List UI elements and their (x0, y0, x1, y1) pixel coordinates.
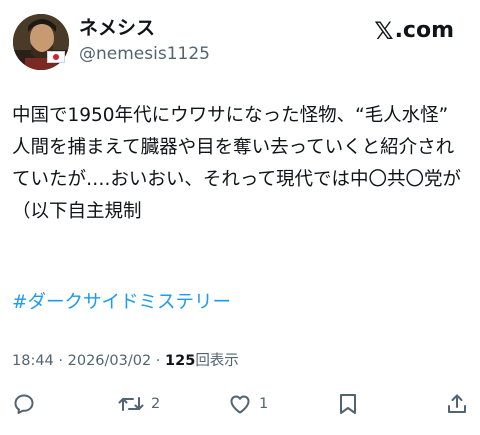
display-name[interactable]: ネメシス (79, 16, 155, 40)
japan-flag-icon (47, 51, 65, 63)
tweet-meta: 18:44 · 2026/03/02 · 125回表示 (12, 350, 239, 372)
tweet-header: ネメシス @nemesis1125 𝕏 .com (0, 0, 480, 80)
tweet-text: 中国で1950年代にウワサになった怪物、“毛人水怪” 人間を捕まえて臓器や目を奪… (12, 105, 461, 222)
action-bar: 2 1 (0, 390, 480, 422)
retweet-icon (118, 397, 144, 411)
share-icon (448, 394, 466, 413)
tweet-date[interactable]: 2026/03/02 (68, 353, 152, 369)
retweet-button[interactable]: 2 (118, 390, 160, 418)
x-logo-icon: 𝕏 (374, 17, 394, 45)
x-brand-logo: 𝕏 .com (374, 17, 454, 45)
bookmark-button[interactable] (337, 390, 359, 418)
brand-domain-text: .com (394, 18, 454, 43)
heart-icon (230, 395, 250, 414)
views-label: 回表示 (195, 353, 239, 369)
like-count: 1 (259, 396, 269, 412)
views-count: 125 (165, 353, 196, 369)
tweet-time[interactable]: 18:44 (12, 353, 54, 369)
hashtag-link[interactable]: #ダークサイドミステリー (12, 289, 231, 317)
meta-separator: · (151, 353, 166, 369)
like-button[interactable]: 1 (228, 390, 268, 418)
share-button[interactable] (445, 390, 469, 418)
reply-icon (14, 394, 34, 414)
reply-button[interactable] (12, 390, 36, 418)
meta-separator: · (53, 353, 68, 369)
retweet-count: 2 (151, 396, 161, 412)
bookmark-icon (340, 394, 356, 414)
user-handle[interactable]: @nemesis1125 (79, 43, 210, 65)
